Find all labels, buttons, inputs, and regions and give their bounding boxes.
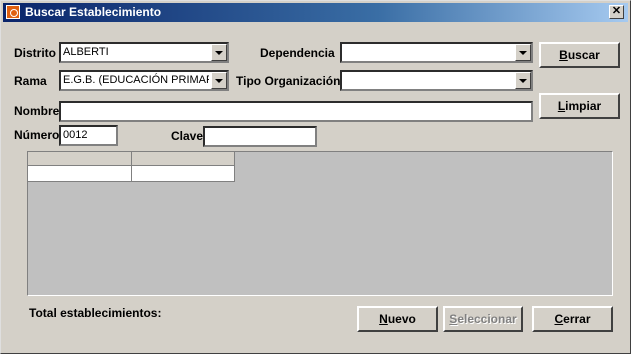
nombre-input[interactable] — [59, 101, 533, 122]
rama-value: E.G.B. (EDUCACIÓN PRIMARIA — [63, 74, 209, 86]
grid-cell[interactable] — [132, 166, 235, 182]
clave-label: Clave — [171, 129, 204, 143]
seleccionar-button[interactable]: Seleccionar — [443, 306, 523, 332]
clave-input[interactable] — [203, 126, 317, 147]
nombre-label: Nombre — [14, 104, 60, 118]
dependencia-label: Dependencia — [260, 46, 335, 60]
grid-cell[interactable] — [28, 166, 132, 182]
chevron-down-icon[interactable] — [211, 44, 227, 61]
limpiar-button[interactable]: Limpiar — [539, 93, 620, 119]
numero-label: Número — [14, 128, 60, 142]
chevron-down-icon[interactable] — [211, 72, 227, 89]
close-icon: ✕ — [611, 5, 622, 17]
window-title: Buscar Establecimiento — [25, 5, 162, 19]
cerrar-label: errar — [563, 312, 591, 326]
rama-select[interactable]: E.G.B. (EDUCACIÓN PRIMARIA — [59, 70, 229, 91]
tipo-organizacion-label: Tipo Organización — [236, 74, 341, 88]
app-icon — [6, 5, 20, 19]
title-bar[interactable]: Buscar Establecimiento ✕ — [3, 3, 628, 22]
cerrar-button[interactable]: Cerrar — [532, 306, 613, 332]
dependencia-select[interactable] — [340, 42, 533, 63]
nuevo-mnemonic: N — [379, 312, 388, 326]
distrito-label: Distrito — [14, 46, 56, 60]
grid-column-header[interactable] — [132, 152, 235, 166]
buscar-label: uscar — [567, 48, 600, 62]
nuevo-button[interactable]: Nuevo — [357, 306, 438, 332]
nuevo-label: uevo — [387, 312, 416, 326]
distrito-select[interactable]: ALBERTI — [59, 42, 229, 63]
numero-input[interactable]: 0012 — [59, 125, 118, 146]
seleccionar-label: eleccionar — [457, 312, 517, 326]
rama-label: Rama — [14, 74, 47, 88]
distrito-value: ALBERTI — [63, 46, 109, 58]
limpiar-label: impiar — [565, 99, 602, 113]
cerrar-mnemonic: C — [554, 312, 564, 326]
buscar-button[interactable]: Buscar — [539, 42, 620, 68]
close-button[interactable]: ✕ — [609, 5, 624, 19]
total-establecimientos-label: Total establecimientos: — [29, 306, 162, 320]
dialog-window: Buscar Establecimiento ✕ Distrito ALBERT… — [0, 0, 631, 354]
chevron-down-icon[interactable] — [515, 44, 531, 61]
results-grid[interactable] — [27, 151, 613, 296]
tipo-organizacion-select[interactable] — [340, 70, 533, 91]
buscar-mnemonic: B — [559, 48, 568, 62]
chevron-down-icon[interactable] — [515, 72, 531, 89]
grid-column-header[interactable] — [28, 152, 132, 166]
